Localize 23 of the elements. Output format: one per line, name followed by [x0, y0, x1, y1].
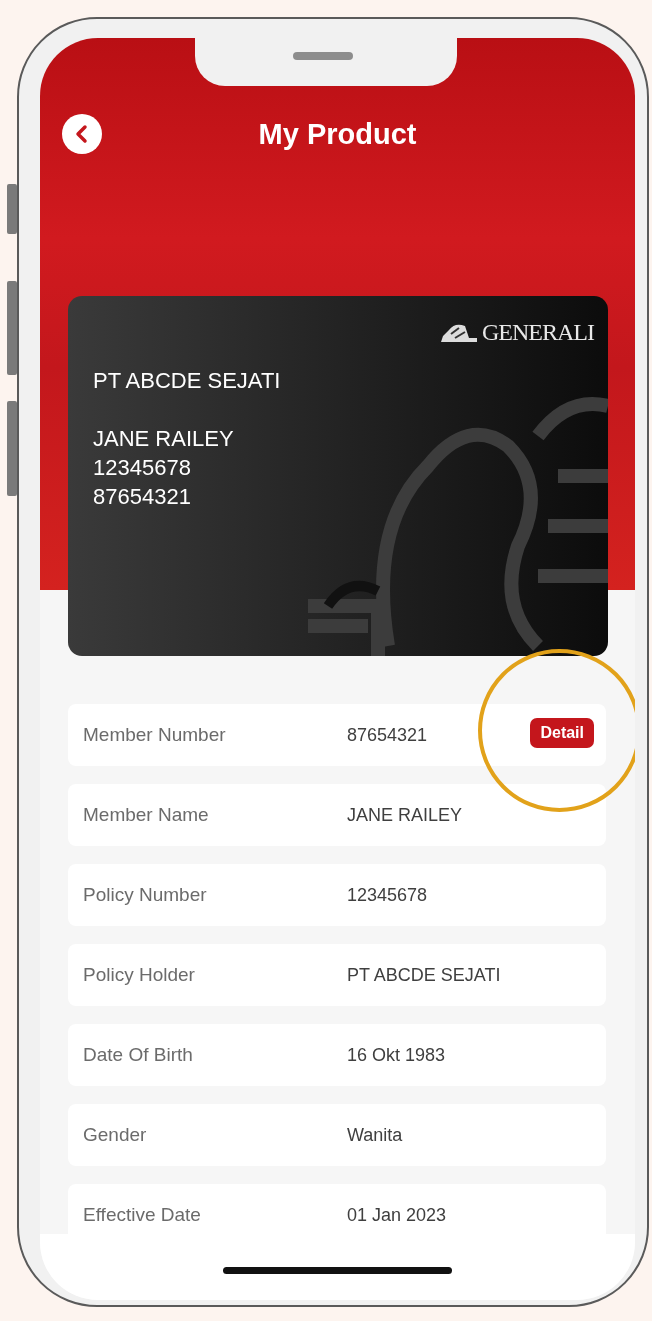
field-value: PT ABCDE SEJATI	[347, 963, 501, 987]
field-label: Gender	[83, 1122, 148, 1147]
field-label: Member Number	[83, 722, 227, 747]
policy-number: 12345678	[93, 454, 191, 482]
field-label: Policy Number	[83, 882, 208, 907]
field-label: Effective Date	[83, 1202, 202, 1227]
field-label: Member Name	[83, 802, 210, 827]
field-value: Wanita	[347, 1123, 403, 1147]
field-value: 16 Okt 1983	[347, 1043, 446, 1067]
field-value: 87654321	[347, 723, 428, 747]
field-value: 12345678	[347, 883, 428, 907]
company-name: PT ABCDE SEJATI	[93, 367, 281, 395]
field-label: Policy Holder	[83, 962, 196, 987]
brand-logo-text: GENERALI	[482, 318, 594, 347]
speaker-grille	[293, 52, 353, 60]
member-number: 87654321	[93, 483, 191, 511]
page-title: My Product	[258, 117, 417, 152]
field-value: 01 Jan 2023	[347, 1203, 447, 1227]
member-name: JANE RAILEY	[93, 425, 234, 453]
field-value: JANE RAILEY	[347, 803, 463, 827]
detail-button[interactable]: Detail	[530, 718, 594, 748]
field-label: Date Of Birth	[83, 1042, 194, 1067]
back-button[interactable]	[62, 114, 102, 154]
